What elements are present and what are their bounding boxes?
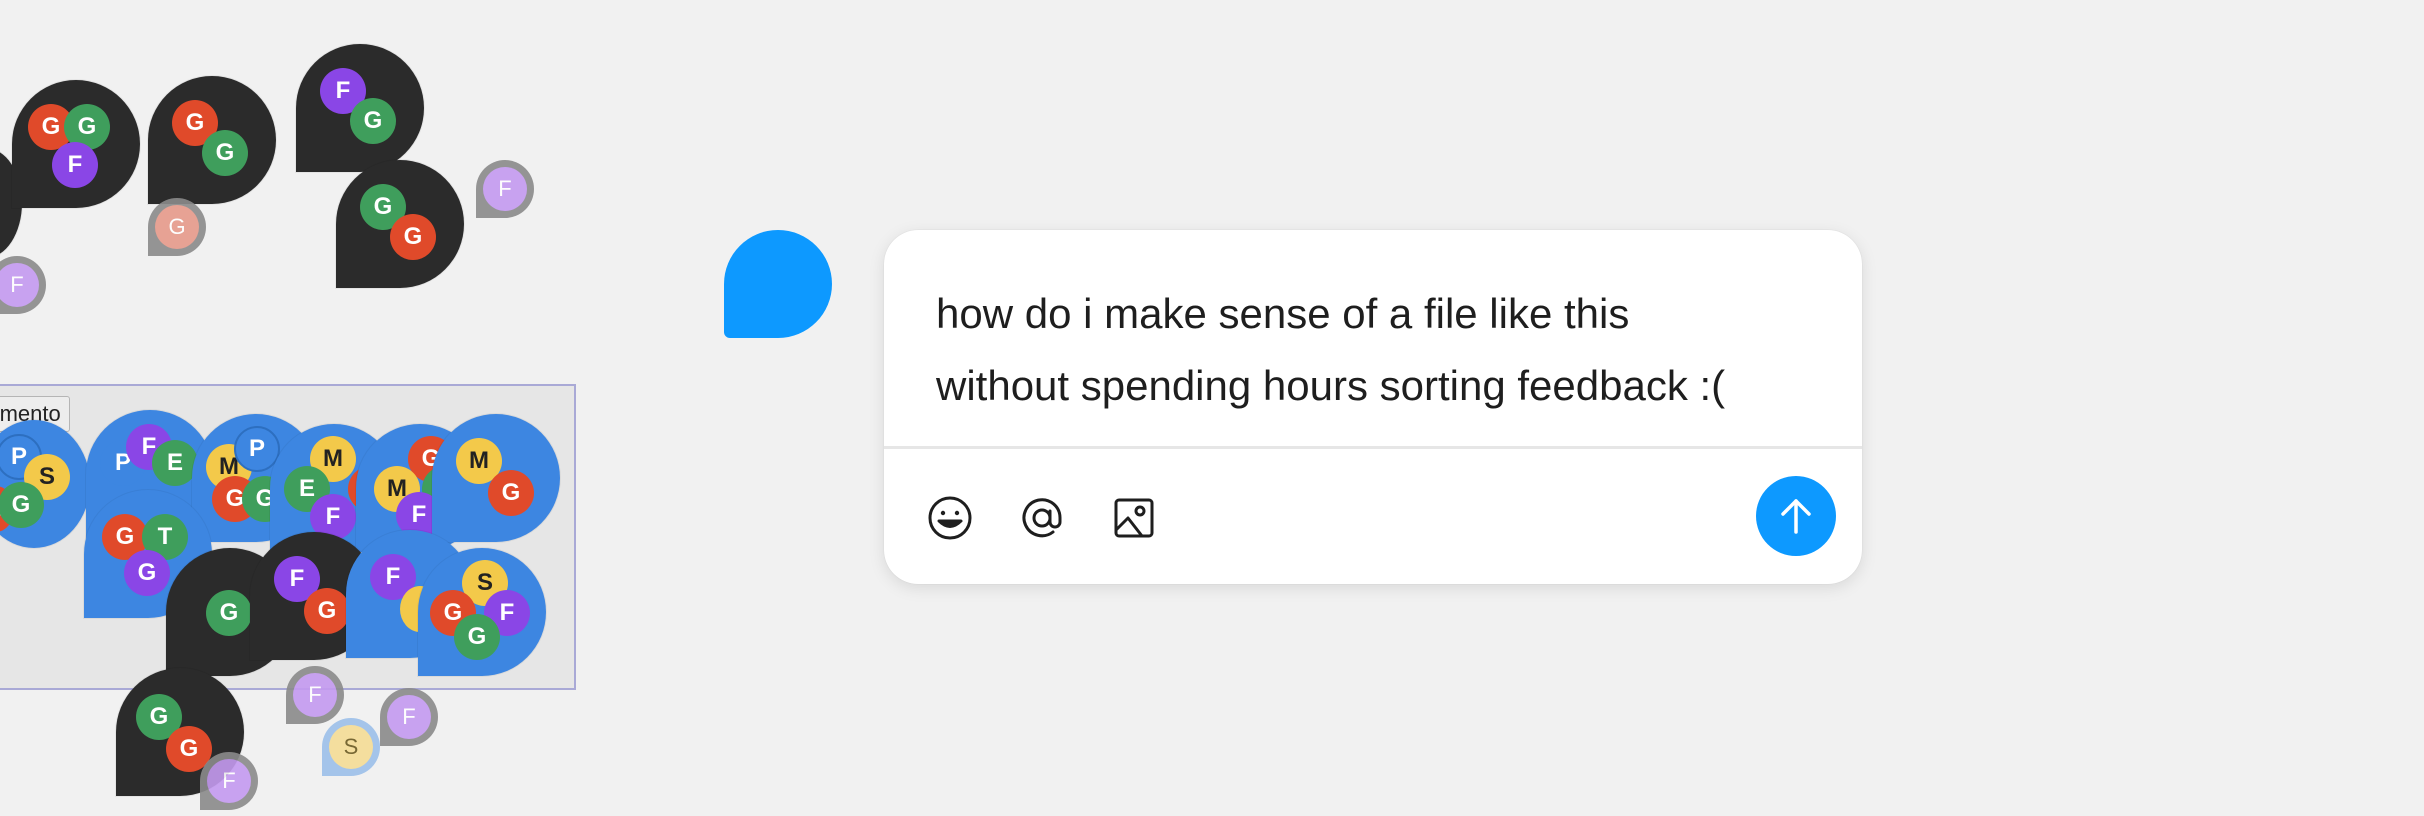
avatar: F: [387, 695, 431, 739]
avatar: F: [0, 263, 39, 307]
comment-pin[interactable]: F: [476, 160, 534, 218]
canvas: ntamento G G F G G F G G G G F F P S G G: [0, 0, 2424, 816]
comment-composer[interactable]: how do i make sense of a file like this …: [884, 230, 1862, 584]
avatar: G: [124, 550, 170, 596]
mention-icon[interactable]: [1016, 492, 1068, 544]
comment-pin[interactable]: F: [0, 256, 46, 314]
comment-cluster[interactable]: S G F G: [418, 548, 546, 676]
avatar: G: [390, 214, 436, 260]
avatar: G: [202, 130, 248, 176]
comment-pin[interactable]: F: [286, 666, 344, 724]
image-icon[interactable]: [1108, 492, 1160, 544]
avatar: F: [293, 673, 337, 717]
avatar: F: [207, 759, 251, 803]
avatar: F: [483, 167, 527, 211]
send-button[interactable]: [1756, 476, 1836, 556]
comment-cluster[interactable]: F G: [296, 44, 424, 172]
arrow-up-icon: [1781, 499, 1811, 534]
comment-text-line: how do i make sense of a file like this: [936, 290, 1630, 337]
comment-cluster[interactable]: G G: [148, 76, 276, 204]
comment-cluster[interactable]: G G F: [12, 80, 140, 208]
avatar: F: [52, 142, 98, 188]
avatar: G: [350, 98, 396, 144]
comment-pin[interactable]: F: [380, 688, 438, 746]
avatar: G: [304, 588, 350, 634]
comment-pin[interactable]: S: [322, 718, 380, 776]
avatar: G: [155, 205, 199, 249]
avatar: S: [329, 725, 373, 769]
comment-input[interactable]: how do i make sense of a file like this …: [936, 278, 1836, 422]
avatar: G: [454, 614, 500, 660]
comment-cluster[interactable]: M G: [432, 414, 560, 542]
avatar: G: [0, 482, 44, 528]
comment-pin[interactable]: G: [148, 198, 206, 256]
comment-cluster[interactable]: G G: [336, 160, 464, 288]
emoji-icon[interactable]: [924, 492, 976, 544]
divider: [884, 446, 1862, 449]
avatar: G: [488, 470, 534, 516]
comment-text-line: without spending hours sorting feedback …: [936, 362, 1726, 409]
current-user-marker: [724, 230, 832, 338]
comment-pin[interactable]: F: [200, 752, 258, 810]
avatar: G: [206, 590, 252, 636]
